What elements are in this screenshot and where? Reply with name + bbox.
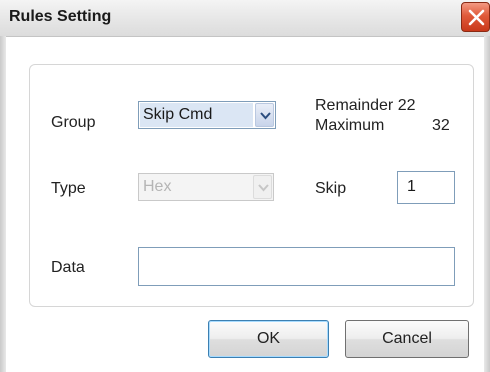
type-label: Type <box>51 180 86 197</box>
rules-setting-dialog: Rules Setting Group Skip Cmd Remainder 2… <box>0 0 490 372</box>
title-bar[interactable]: Rules Setting <box>0 0 490 37</box>
cancel-button[interactable]: Cancel <box>345 320 469 358</box>
window-title: Rules Setting <box>9 8 112 25</box>
type-dropdown-button <box>253 175 272 199</box>
skip-input[interactable]: 1 <box>397 171 455 204</box>
group-label: Group <box>51 114 96 131</box>
data-input[interactable] <box>138 247 455 286</box>
group-dropdown-button[interactable] <box>255 103 274 127</box>
skip-label: Skip <box>315 180 347 197</box>
window-left-border <box>0 36 6 372</box>
remainder-text: Remainder 22 <box>315 97 416 114</box>
ok-button[interactable]: OK <box>208 320 329 358</box>
close-icon <box>468 9 485 26</box>
close-button[interactable] <box>461 2 490 32</box>
maximum-label: Maximum <box>315 117 385 134</box>
type-select: Hex <box>138 173 274 201</box>
window-right-border <box>484 36 490 372</box>
data-label: Data <box>51 259 85 276</box>
group-select[interactable]: Skip Cmd <box>138 101 276 129</box>
group-select-value: Skip Cmd <box>140 103 253 127</box>
type-select-value: Hex <box>143 178 172 195</box>
chevron-down-icon <box>258 184 269 192</box>
chevron-down-icon <box>260 112 271 120</box>
maximum-value: 32 <box>432 117 450 134</box>
